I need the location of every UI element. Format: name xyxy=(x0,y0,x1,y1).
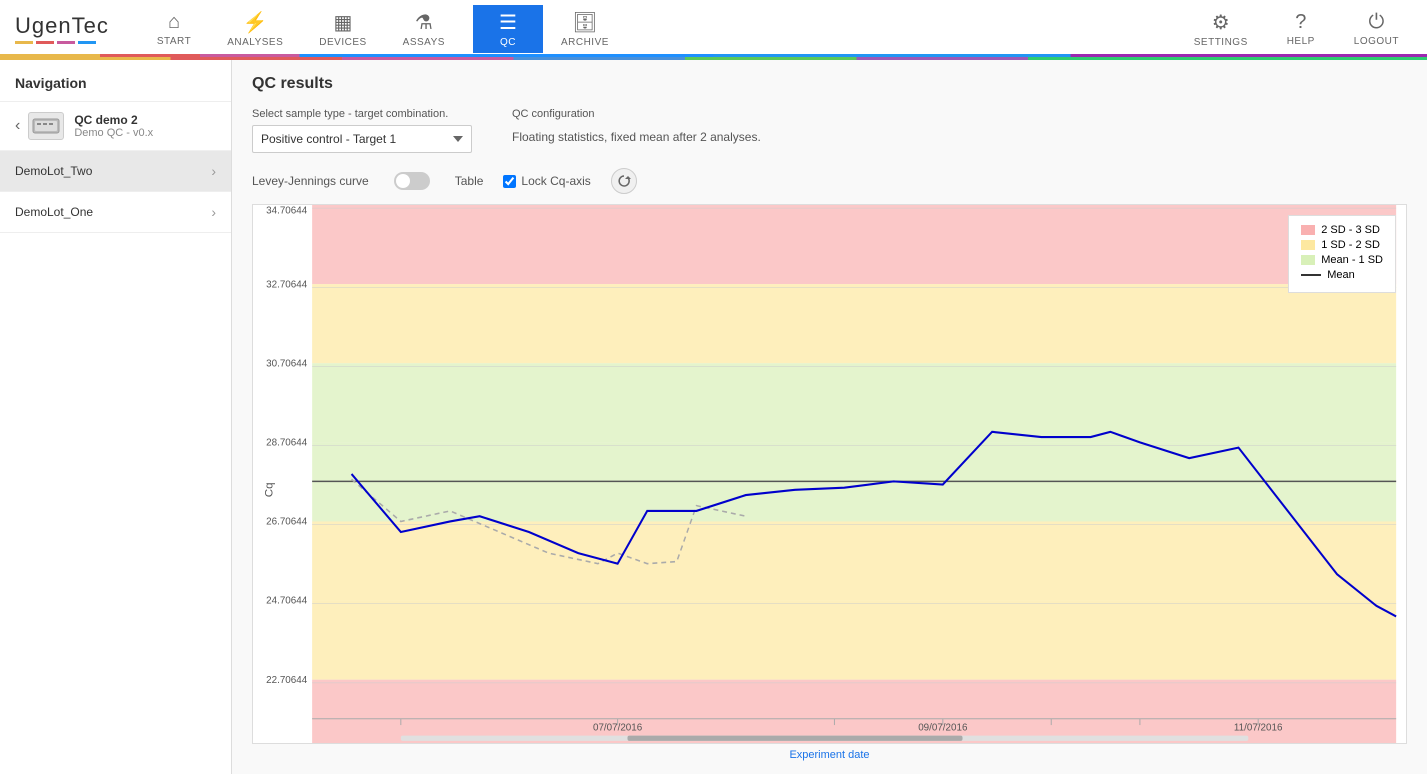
nav-assays[interactable]: ⚗ ASSAYS xyxy=(385,5,463,53)
legend-color-mean-1sd xyxy=(1301,255,1315,265)
chart-x-axis-label: Experiment date xyxy=(252,749,1407,761)
nav-right: ⚙ SETTINGS ? HELP ⏻ LOGOUT xyxy=(1176,5,1417,53)
legend-item-mean-1sd: Mean - 1 SD xyxy=(1301,254,1383,266)
main-content: QC results Select sample type - target c… xyxy=(232,60,1427,774)
table-label[interactable]: Table xyxy=(455,174,484,188)
reset-button[interactable] xyxy=(611,168,637,194)
legend-label-2sd-3sd: 2 SD - 3 SD xyxy=(1321,224,1380,236)
sidebar: Navigation ‹ QC demo 2 Demo QC - v0.x De… xyxy=(0,60,232,774)
sample-label: Select sample type - target combination. xyxy=(252,108,472,120)
chart-container: 34.70644 32.70644 30.70644 28.70644 26.7… xyxy=(252,204,1407,744)
device-icon xyxy=(28,112,64,140)
lot-name-1: DemoLot_Two xyxy=(15,164,92,178)
levey-jennings-toggle[interactable] xyxy=(394,172,430,190)
legend-line-mean xyxy=(1301,274,1321,276)
lot-name-2: DemoLot_One xyxy=(15,205,93,219)
nav-help[interactable]: ? HELP xyxy=(1266,6,1336,52)
sample-control-group: Select sample type - target combination.… xyxy=(252,108,472,153)
analyses-icon: ⚡ xyxy=(243,10,268,35)
lot-item-2[interactable]: DemoLot_One › xyxy=(0,192,231,233)
chevron-right-icon-1: › xyxy=(211,163,216,179)
svg-text:24.70644: 24.70644 xyxy=(266,595,307,606)
lock-cq-input[interactable] xyxy=(503,175,516,188)
content-area: Navigation ‹ QC demo 2 Demo QC - v0.x De… xyxy=(0,60,1427,774)
device-svg xyxy=(32,116,60,136)
logo-bar-3 xyxy=(57,41,75,44)
controls-row: Select sample type - target combination.… xyxy=(252,108,1407,153)
legend-label-mean: Mean xyxy=(1327,269,1355,281)
lot-item-1[interactable]: DemoLot_Two › xyxy=(0,151,231,192)
legend-color-1sd-2sd xyxy=(1301,240,1315,250)
config-text: Floating statistics, fixed mean after 2 … xyxy=(512,130,761,144)
archive-icon: 🗄 xyxy=(572,10,597,35)
settings-icon: ⚙ xyxy=(1212,10,1230,35)
svg-text:26.70644: 26.70644 xyxy=(266,516,307,527)
logout-icon: ⏻ xyxy=(1368,11,1384,34)
device-name: QC demo 2 xyxy=(74,113,153,127)
logo-bars xyxy=(15,41,109,44)
legend-item-2sd-3sd: 2 SD - 3 SD xyxy=(1301,224,1383,236)
assays-icon: ⚗ xyxy=(415,10,433,35)
legend-item-mean: Mean xyxy=(1301,269,1383,281)
back-arrow-icon[interactable]: ‹ xyxy=(15,117,20,135)
color-bar xyxy=(0,54,1427,57)
legend-item-1sd-2sd: 1 SD - 2 SD xyxy=(1301,239,1383,251)
nav-settings[interactable]: ⚙ SETTINGS xyxy=(1176,5,1266,53)
lock-cq-label: Lock Cq-axis xyxy=(521,174,590,188)
device-item[interactable]: ‹ QC demo 2 Demo QC - v0.x xyxy=(0,102,231,151)
logo-text: UgenTec xyxy=(15,13,109,39)
nav-start[interactable]: ⌂ START xyxy=(139,6,209,52)
config-control-group: QC configuration Floating statistics, fi… xyxy=(512,108,761,144)
logo-bar-2 xyxy=(36,41,54,44)
legend-color-2sd-3sd xyxy=(1301,225,1315,235)
nav-analyses[interactable]: ⚡ ANALYSES xyxy=(209,5,301,53)
top-nav: UgenTec ⌂ START ⚡ ANALYSES ▦ DEVICES ⚗ A… xyxy=(0,0,1427,60)
nav-logout[interactable]: ⏻ LOGOUT xyxy=(1336,6,1417,52)
nav-archive[interactable]: 🗄 ARCHIVE xyxy=(543,5,627,53)
nav-qc[interactable]: ☰ QC xyxy=(473,5,543,53)
chevron-right-icon-2: › xyxy=(211,204,216,220)
config-label: QC configuration xyxy=(512,108,761,120)
qc-icon: ☰ xyxy=(499,10,517,35)
help-icon: ? xyxy=(1295,11,1306,34)
device-info: QC demo 2 Demo QC - v0.x xyxy=(74,113,153,139)
chart-svg: 34.70644 32.70644 30.70644 28.70644 26.7… xyxy=(253,205,1406,743)
svg-text:34.70644: 34.70644 xyxy=(266,205,307,216)
svg-text:Cq: Cq xyxy=(264,482,276,497)
sidebar-title: Navigation xyxy=(0,60,231,102)
logo-area: UgenTec xyxy=(10,13,109,44)
svg-text:28.70644: 28.70644 xyxy=(266,437,307,448)
legend-label-mean-1sd: Mean - 1 SD xyxy=(1321,254,1383,266)
chart-legend: 2 SD - 3 SD 1 SD - 2 SD Mean - 1 SD Mean xyxy=(1288,215,1396,293)
devices-icon: ▦ xyxy=(334,10,353,35)
reset-icon xyxy=(617,174,631,188)
logo-bar-1 xyxy=(15,41,33,44)
nav-devices[interactable]: ▦ DEVICES xyxy=(301,5,384,53)
sample-select[interactable]: Positive control - Target 1 Positive con… xyxy=(252,125,472,153)
lock-cq-checkbox[interactable]: Lock Cq-axis xyxy=(503,174,590,188)
home-icon: ⌂ xyxy=(168,11,180,34)
toolbar-row: Levey-Jennings curve Table Lock Cq-axis xyxy=(252,168,1407,194)
levey-jennings-label: Levey-Jennings curve xyxy=(252,174,369,188)
page-title: QC results xyxy=(252,75,1407,93)
toggle-knob xyxy=(396,174,410,188)
svg-text:30.70644: 30.70644 xyxy=(266,358,307,369)
svg-text:22.70644: 22.70644 xyxy=(266,675,307,686)
legend-label-1sd-2sd: 1 SD - 2 SD xyxy=(1321,239,1380,251)
logo-bar-4 xyxy=(78,41,96,44)
svg-text:32.70644: 32.70644 xyxy=(266,279,307,290)
device-sub: Demo QC - v0.x xyxy=(74,127,153,139)
